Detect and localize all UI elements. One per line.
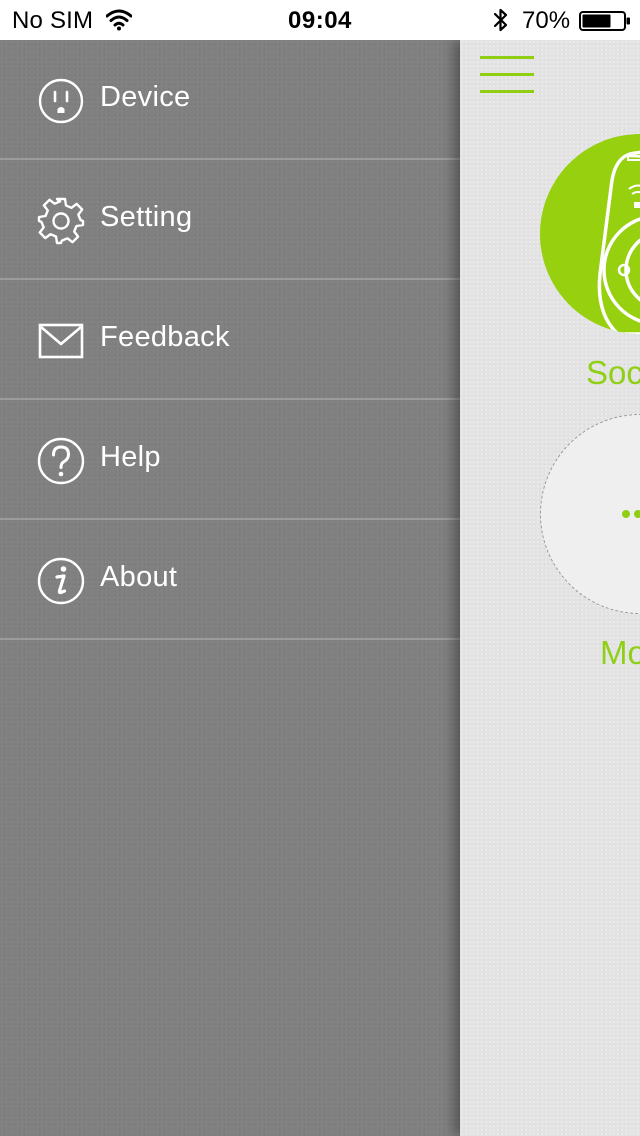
menu-item-label: Feedback	[100, 321, 230, 353]
status-bar: No SIM 09:04 70%	[0, 0, 640, 40]
more-dots-icon	[622, 510, 640, 520]
menu-item-device[interactable]: Device	[0, 40, 460, 160]
menu-item-label: Help	[100, 441, 161, 473]
battery-percent: 70%	[522, 7, 571, 34]
main-panel: Soc Mo	[460, 40, 640, 1136]
screen: No SIM 09:04 70% Device Setting Feedback…	[0, 0, 640, 1136]
menu-item-feedback[interactable]: Feedback	[0, 280, 460, 400]
bluetooth-icon	[493, 8, 508, 32]
info-icon	[37, 557, 85, 605]
device-label: Soc	[586, 354, 640, 391]
question-mark-icon	[37, 437, 85, 485]
menu-item-setting[interactable]: Setting	[0, 160, 460, 280]
envelope-icon	[38, 323, 84, 359]
menu-item-about[interactable]: About	[0, 520, 460, 640]
power-outlet-icon	[38, 78, 84, 124]
menu-item-label: Setting	[100, 201, 193, 233]
menu-item-help[interactable]: Help	[0, 400, 460, 520]
wifi-icon	[106, 9, 132, 31]
smart-plug-icon	[597, 150, 640, 334]
more-label: Mo	[600, 634, 640, 671]
hamburger-menu-icon[interactable]	[480, 56, 534, 94]
device-card-socket[interactable]	[540, 134, 640, 334]
side-menu: Device Setting Feedback Help About	[0, 40, 460, 1136]
menu-item-label: About	[100, 561, 178, 593]
gear-icon	[37, 197, 85, 245]
battery-icon	[579, 11, 630, 31]
carrier-label: No SIM	[12, 7, 94, 34]
menu-item-label: Device	[100, 81, 191, 113]
clock: 09:04	[288, 7, 352, 34]
